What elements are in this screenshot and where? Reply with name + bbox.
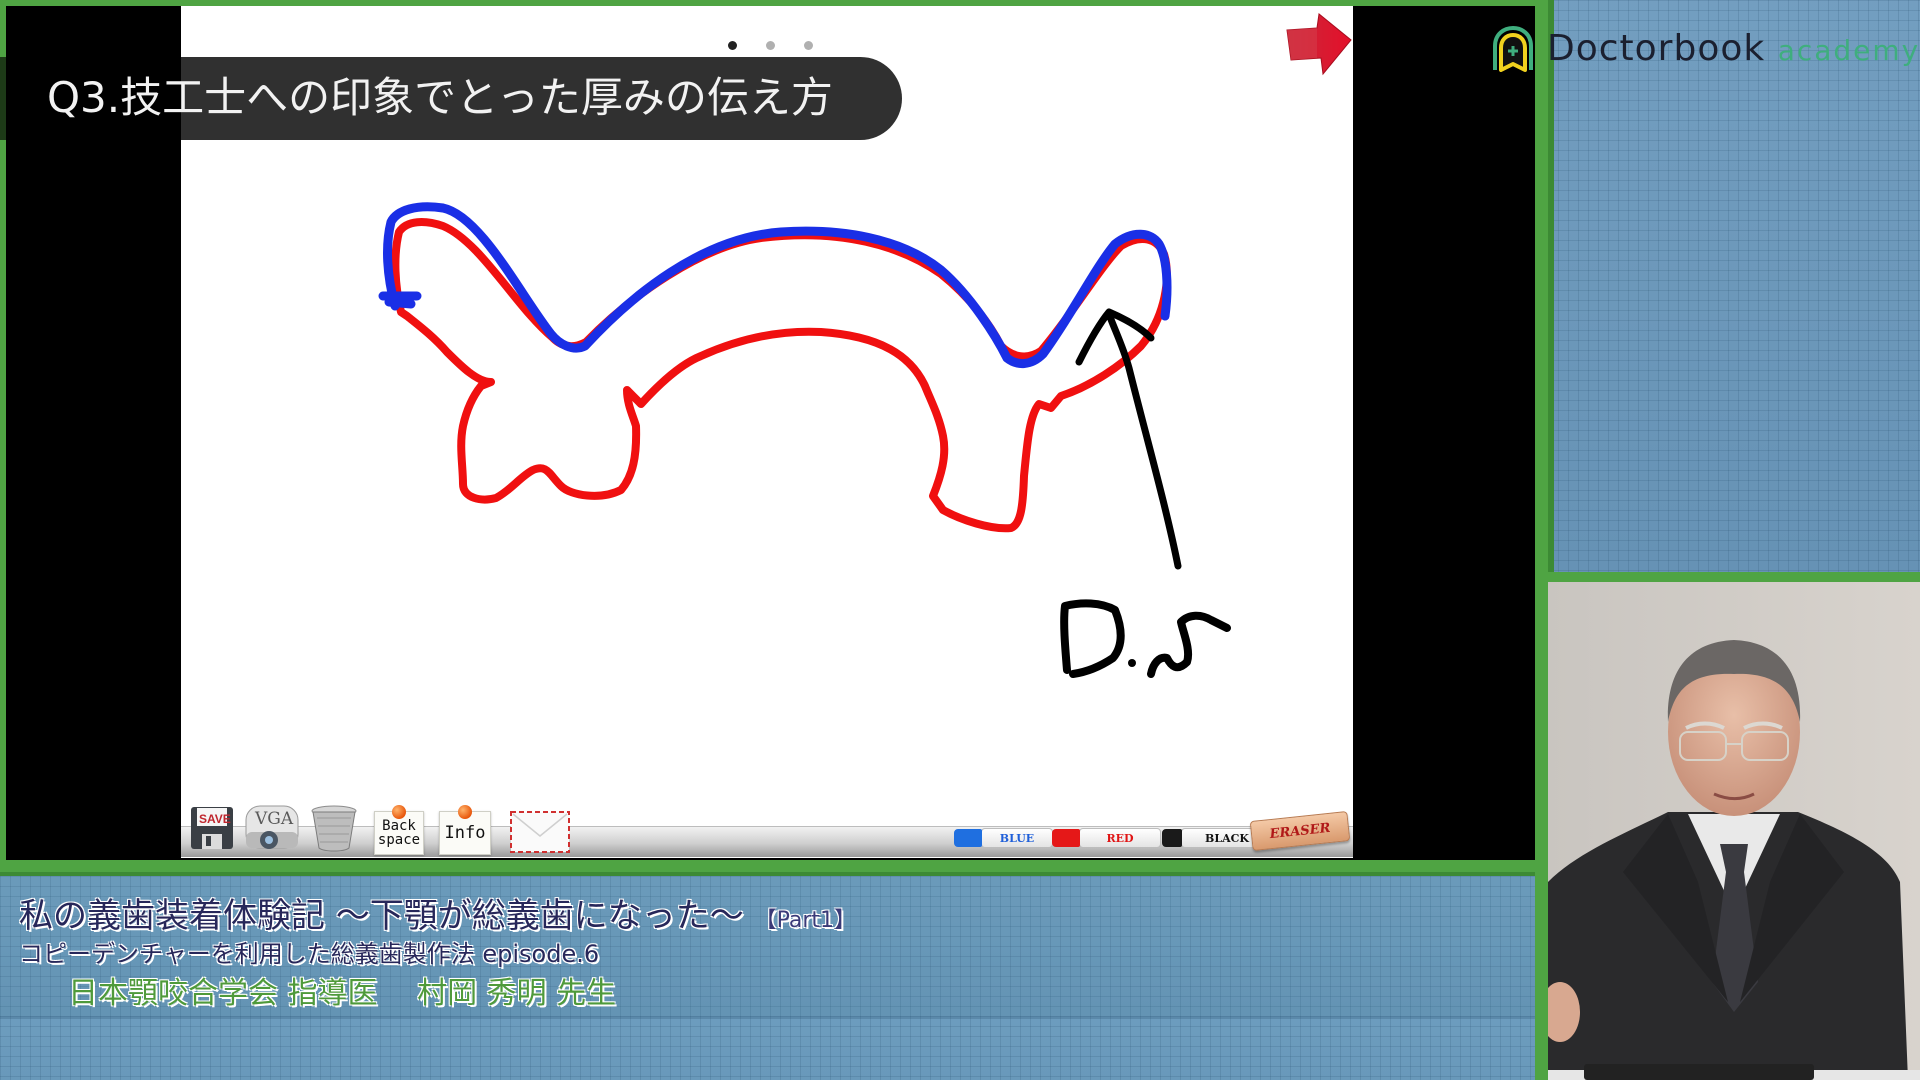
red-pen-label: RED <box>1106 831 1134 845</box>
pushpin-icon <box>458 805 472 819</box>
black-arrow-stroke <box>1075 308 1182 570</box>
doctorbook-logo-icon <box>1492 25 1534 72</box>
blue-pen-cap <box>954 829 982 847</box>
trash-icon <box>311 805 357 852</box>
blue-outline-stroke <box>378 291 422 309</box>
info-button[interactable]: Info <box>439 805 491 855</box>
frame-band-vertical-shadow <box>1548 0 1554 572</box>
black-pen-cap <box>1162 829 1182 847</box>
brand-suffix: academy <box>1777 34 1920 67</box>
red-pen[interactable]: RED <box>1052 828 1161 848</box>
save-button[interactable]: SAVE <box>188 804 236 852</box>
annotation-label: D.S <box>1040 580 1260 680</box>
red-pen-cap <box>1052 829 1080 847</box>
save-label: SAVE <box>199 812 231 826</box>
backspace-button[interactable]: Back space <box>374 805 424 855</box>
brand-logo-text: Doctorbook academy <box>1547 28 1920 69</box>
pushpin-icon <box>392 805 406 819</box>
trash-button[interactable] <box>308 802 360 854</box>
info-label: Info <box>444 823 486 843</box>
presenter-video <box>1548 582 1920 1080</box>
question-title: Q3.技工士への印象でとった厚みの伝え方 <box>47 73 833 122</box>
mail-icon <box>510 811 570 853</box>
lecture-title-text: 私の義歯装着体験記 ～下顎が総義歯になった～ <box>19 896 744 936</box>
speaker-name: 日本顎咬合学会 指導医 村岡 秀明 先生 <box>68 976 617 1011</box>
blue-pen-label: BLUE <box>999 831 1035 845</box>
lecture-title: 私の義歯装着体験記 ～下顎が総義歯になった～ 【Part1】 <box>19 888 856 937</box>
lecture-caption-panel: 私の義歯装着体験記 ～下顎が総義歯になった～ 【Part1】 コピーデンチャーを… <box>0 876 1538 1080</box>
brand-panel <box>1548 0 1920 572</box>
brand-name: Doctorbook <box>1547 28 1766 69</box>
part-badge: 【Part1】 <box>754 908 857 933</box>
caption-divider <box>0 1016 1538 1019</box>
whiteboard-toolbar: SAVE VGA Back space Info BLUE RED BLACK … <box>181 798 1353 858</box>
backspace-label-line2: space <box>377 832 421 848</box>
mail-button[interactable] <box>509 810 571 854</box>
lecture-subtitle: コピーデンチャーを利用した総義歯製作法 episode.6 <box>19 940 600 968</box>
vga-label: VGA <box>255 809 294 829</box>
eraser-label: ERASER <box>1268 820 1332 842</box>
black-pen-label: BLACK <box>1205 831 1249 845</box>
frame-band-vertical <box>1535 0 1548 1080</box>
frame-band-right <box>1548 572 1920 582</box>
backspace-label-line1: Back <box>382 818 416 834</box>
blue-pen[interactable]: BLUE <box>954 828 1053 848</box>
presenter-figure <box>1548 582 1920 1080</box>
vga-button[interactable]: VGA <box>243 802 301 854</box>
title-banner-edge <box>0 57 6 140</box>
